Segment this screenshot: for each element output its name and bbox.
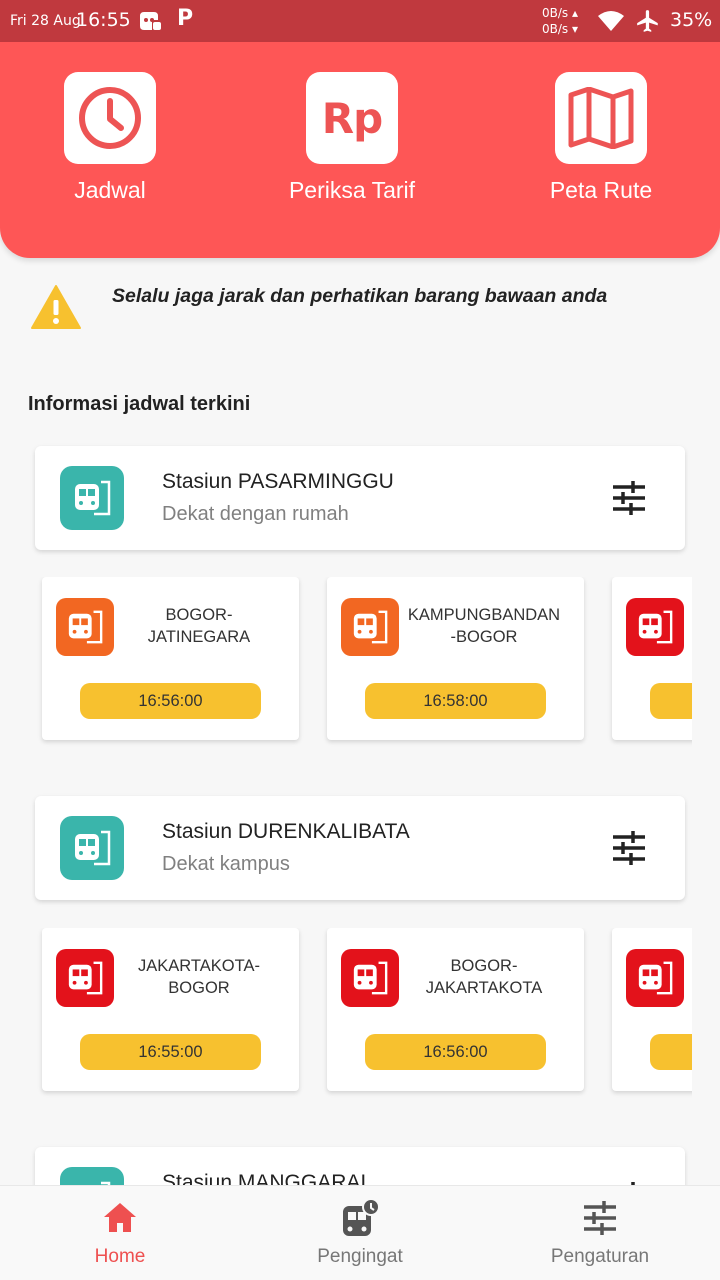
airplane-mode-icon — [637, 10, 658, 32]
notification-icon — [140, 12, 161, 30]
train-route: BOGOR- JAKARTAKOTA — [425, 957, 543, 997]
station-name: Stasiun PASARMINGGU — [162, 470, 394, 493]
clock-icon — [79, 87, 141, 149]
jadwal-label: Jadwal — [74, 177, 146, 203]
nav-pengaturan-label: Pengaturan — [550, 1246, 650, 1267]
map-icon — [568, 87, 634, 149]
train-card[interactable]: BOGOR- JAKARTAKOTA 16:56:00 — [327, 928, 584, 1091]
station-card-durenkalibata[interactable]: Stasiun DURENKALIBATA Dekat kampus — [35, 796, 685, 900]
train-departure-time: 16:56:00 — [80, 683, 261, 719]
peta-rute-tile[interactable] — [555, 72, 647, 164]
filter-settings-icon[interactable] — [611, 830, 647, 866]
jadwal-tile[interactable] — [64, 72, 156, 164]
train-departure-time — [650, 1034, 692, 1070]
status-time: 16:55 — [76, 9, 131, 31]
train-icon — [341, 598, 399, 656]
train-icon — [341, 949, 399, 1007]
train-card[interactable]: KAMPUNGBANDAN -BOGOR 16:58:00 — [327, 577, 584, 740]
train-departure-time — [650, 683, 692, 719]
battery-level: 35% — [670, 9, 713, 31]
periksa-tarif-label: Periksa Tarif — [288, 177, 416, 203]
station-card-pasarminggu[interactable]: Stasiun PASARMINGGU Dekat dengan rumah — [35, 446, 685, 550]
peta-rute-label: Peta Rute — [549, 177, 653, 203]
train-card[interactable] — [612, 928, 692, 1091]
header-panel: Jadwal Rp Periksa Tarif Peta Rute — [0, 42, 720, 258]
train-list-durenkalibata[interactable]: JAKARTAKOTA- BOGOR 16:55:00 BOGOR- JAKAR… — [35, 928, 692, 1108]
train-card[interactable]: JAKARTAKOTA- BOGOR 16:55:00 — [42, 928, 299, 1091]
filter-settings-icon[interactable] — [611, 480, 647, 516]
nav-pengingat[interactable]: Pengingat — [240, 1198, 480, 1268]
train-departure-time: 16:55:00 — [80, 1034, 261, 1070]
warning-message: Selalu jaga jarak dan perhatikan barang … — [112, 285, 608, 307]
station-name: Stasiun DURENKALIBATA — [162, 820, 410, 843]
train-card[interactable] — [612, 577, 692, 740]
section-title: Informasi jadwal terkini — [28, 393, 251, 415]
settings-icon — [584, 1201, 616, 1235]
train-icon — [626, 949, 684, 1007]
status-date: Fri 28 Aug — [10, 13, 81, 29]
periksa-tarif-button[interactable]: Rp Periksa Tarif — [232, 72, 472, 204]
train-list-pasarminggu[interactable]: BOGOR- JATINEGARA 16:56:00 KAMPUNGBANDAN… — [35, 577, 692, 757]
reminder-icon — [343, 1198, 380, 1236]
periksa-tarif-tile[interactable]: Rp — [306, 72, 398, 164]
train-departure-time: 16:56:00 — [365, 1034, 546, 1070]
jadwal-button[interactable]: Jadwal — [0, 72, 230, 204]
status-bar: Fri 28 Aug 16:55 P 0B/s ▴ 0B/s ▾ 35% — [0, 0, 720, 42]
station-train-icon — [60, 466, 124, 530]
parking-icon: P — [177, 6, 194, 31]
network-speed: 0B/s ▴ 0B/s ▾ — [542, 6, 578, 36]
nav-pengingat-label: Pengingat — [317, 1246, 403, 1267]
peta-rute-button[interactable]: Peta Rute — [481, 72, 720, 204]
warning-icon — [31, 285, 81, 329]
train-icon — [56, 949, 114, 1007]
train-route: JAKARTAKOTA- BOGOR — [138, 957, 260, 997]
station-train-icon — [60, 816, 124, 880]
station-subtitle: Dekat dengan rumah — [162, 503, 349, 525]
home-icon — [104, 1203, 136, 1232]
nav-home[interactable]: Home — [0, 1198, 240, 1268]
train-route: KAMPUNGBANDAN -BOGOR — [407, 606, 561, 646]
train-departure-time: 16:58:00 — [365, 683, 546, 719]
station-subtitle: Dekat kampus — [162, 853, 290, 875]
nav-home-label: Home — [94, 1246, 146, 1267]
nav-pengaturan[interactable]: Pengaturan — [480, 1198, 720, 1268]
train-route: BOGOR- JATINEGARA — [147, 606, 251, 646]
train-icon — [626, 598, 684, 656]
bottom-navigation: Home Pengingat Pengaturan — [0, 1185, 720, 1280]
train-icon — [56, 598, 114, 656]
wifi-icon — [598, 11, 624, 31]
train-card[interactable]: BOGOR- JATINEGARA 16:56:00 — [42, 577, 299, 740]
rp-icon: Rp — [321, 93, 383, 143]
